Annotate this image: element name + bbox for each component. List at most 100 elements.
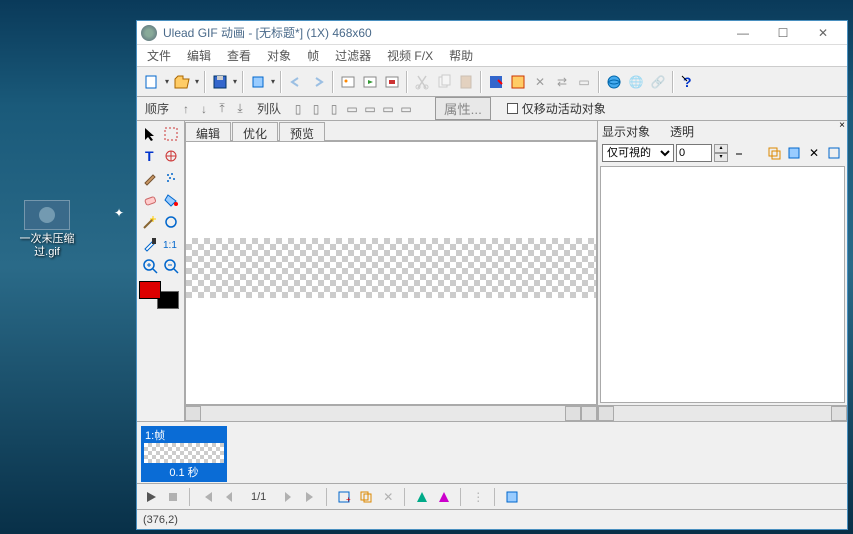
selection-tool[interactable] [161,123,183,145]
play-button[interactable] [141,487,161,507]
eraser-tool[interactable] [139,189,161,211]
redo-button[interactable] [307,71,329,93]
move-bottom-button[interactable]: ⤓ [231,100,249,118]
link-button[interactable]: 🔗 [647,71,669,93]
zoom-out-tool[interactable] [161,255,183,277]
minimize-button[interactable]: — [723,22,763,44]
menu-object[interactable]: 对象 [259,45,299,66]
zoom-in-tool[interactable] [139,255,161,277]
wizard-dropdown[interactable]: ▾ [269,77,277,86]
spray-tool[interactable] [161,167,183,189]
cut-button[interactable] [411,71,433,93]
arrow-tool[interactable] [139,123,161,145]
move-up-button[interactable]: ↑ [177,100,195,118]
shape-tool[interactable] [161,211,183,233]
trim-button[interactable]: ✕ [529,71,551,93]
canvas-area[interactable] [185,141,597,405]
transparency-input[interactable] [676,144,712,162]
first-frame-button[interactable] [197,487,217,507]
reverse-button[interactable]: ⇄ [551,71,573,93]
move-down-button[interactable]: ↓ [195,100,213,118]
move-top-button[interactable]: ⤒ [213,100,231,118]
frame-1[interactable]: 1:帧 0.1 秒 [141,426,227,482]
web-button[interactable]: 🌐 [625,71,647,93]
frame-props-button[interactable] [502,487,522,507]
add-shape-button[interactable] [381,71,403,93]
transparency-spinner[interactable]: ▴▾ [714,144,728,162]
frame-wizard-button[interactable] [507,71,529,93]
merge-object-button[interactable] [785,144,803,162]
tween-button[interactable] [412,487,432,507]
align-center-button[interactable]: ▯ [307,100,325,118]
menu-help[interactable]: 帮助 [441,45,481,66]
tab-edit[interactable]: 编辑 [185,122,231,141]
brush-tool[interactable] [139,167,161,189]
properties-button[interactable]: 属性... [435,97,491,120]
menu-view[interactable]: 查看 [219,45,259,66]
crop-button[interactable]: ▭ [573,71,595,93]
align-bottom-button[interactable]: ▭ [379,100,397,118]
zoom-1-1-tool[interactable]: 1:1 [161,233,183,255]
last-frame-button[interactable] [300,487,320,507]
add-video-button[interactable] [359,71,381,93]
menu-edit[interactable]: 编辑 [179,45,219,66]
prev-frame-button[interactable] [219,487,239,507]
object-properties-button[interactable] [825,144,843,162]
object-panel: × 显示对象 透明 仅可視的 ▴▾ ⎯ ✕ [597,121,847,421]
desktop-file[interactable]: 一次未压缩过.gif [12,200,82,259]
more-button[interactable]: ⋮ [468,487,488,507]
fill-tool[interactable] [161,189,183,211]
foreground-color[interactable] [139,281,161,299]
text-tool[interactable]: T [139,145,161,167]
maximize-button[interactable]: ☐ [763,22,803,44]
preview-save-button[interactable] [485,71,507,93]
add-frame-button[interactable]: + [334,487,354,507]
align-top-button[interactable]: ▭ [343,100,361,118]
panel-close-icon[interactable]: × [839,120,845,131]
color-swatches[interactable] [139,281,179,309]
menu-frame[interactable]: 帧 [299,45,327,66]
next-frame-button[interactable] [278,487,298,507]
new-dropdown[interactable]: ▾ [163,77,171,86]
align-left-button[interactable]: ▯ [289,100,307,118]
align-middle-button[interactable]: ▭ [361,100,379,118]
panel-h-scrollbar[interactable] [598,405,847,421]
menu-video[interactable]: 视频 F/X [379,45,441,66]
duplicate-object-button[interactable] [765,144,783,162]
menu-file[interactable]: 文件 [139,45,179,66]
undo-button[interactable] [285,71,307,93]
stop-button[interactable] [163,487,183,507]
help-button[interactable]: ? [677,71,699,93]
titlebar[interactable]: Ulead GIF 动画 - [无标题*] (1X) 468x60 — ☐ ✕ [137,21,847,45]
eyedropper-tool[interactable] [139,233,161,255]
slider-icon[interactable]: ⎯ [730,144,748,162]
add-image-button[interactable] [337,71,359,93]
save-dropdown[interactable]: ▾ [231,77,239,86]
canvas[interactable] [186,238,596,298]
wand-tool[interactable] [139,211,161,233]
h-scrollbar[interactable] [185,405,597,421]
visibility-select[interactable]: 仅可視的 [602,144,674,162]
align-right-button[interactable]: ▯ [325,100,343,118]
save-button[interactable] [209,71,231,93]
tab-optimize[interactable]: 优化 [232,122,278,141]
delete-object-button[interactable]: ✕ [805,144,823,162]
wizard-button[interactable] [247,71,269,93]
browser-preview-button[interactable] [603,71,625,93]
duplicate-frame-button[interactable] [356,487,376,507]
effect-button[interactable] [434,487,454,507]
delete-frame-button[interactable]: ✕ [378,487,398,507]
frame-strip[interactable]: 1:帧 0.1 秒 [137,421,847,483]
distribute-button[interactable]: ▭ [397,100,415,118]
move-active-checkbox[interactable]: 仅移动活动对象 [501,100,612,117]
copy-button[interactable] [433,71,455,93]
menu-filter[interactable]: 过滤器 [327,45,379,66]
crop-tool[interactable] [161,145,183,167]
object-list[interactable] [600,166,845,403]
close-button[interactable]: ✕ [803,22,843,44]
open-dropdown[interactable]: ▾ [193,77,201,86]
tab-preview[interactable]: 预览 [279,122,325,141]
open-button[interactable] [171,71,193,93]
paste-button[interactable] [455,71,477,93]
new-button[interactable] [141,71,163,93]
